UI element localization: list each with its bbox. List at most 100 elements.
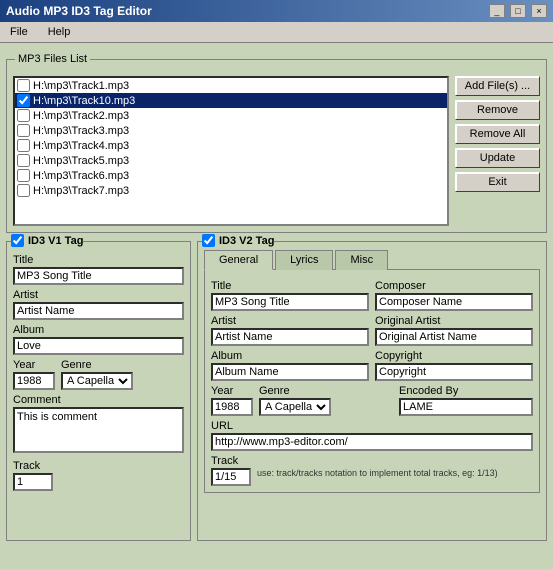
id3v2-title-input[interactable] [211, 293, 369, 311]
tab-lyrics[interactable]: Lyrics [275, 250, 333, 270]
file-name: H:\mp3\Track6.mp3 [33, 170, 129, 182]
id3v2-checkbox[interactable] [202, 234, 215, 247]
file-name: H:\mp3\Track7.mp3 [33, 185, 129, 197]
id3v1-panel-title: ID3 V1 Tag [11, 234, 83, 247]
list-item[interactable]: H:\mp3\Track5.mp3 [15, 153, 447, 168]
id3v2-panel: ID3 V2 Tag General Lyrics Misc Title Com… [197, 241, 547, 541]
id3v1-genre-group: Genre A CapellaRockPopJazzClassicalBlues… [61, 355, 184, 390]
tags-section: ID3 V1 Tag Title Artist Album Year Genre… [6, 241, 547, 541]
id3v1-title-label: Title [13, 254, 184, 266]
list-item[interactable]: H:\mp3\Track10.mp3 [15, 93, 447, 108]
id3v2-panel-title: ID3 V2 Tag [202, 234, 274, 247]
remove-button[interactable]: Remove [455, 100, 540, 120]
file-name: H:\mp3\Track1.mp3 [33, 80, 129, 92]
file-name: H:\mp3\Track5.mp3 [33, 155, 129, 167]
file-checkbox[interactable] [17, 124, 30, 137]
title-bar: Audio MP3 ID3 Tag Editor _ □ × [0, 0, 553, 22]
id3v2-year-genre-encoded-row: Year Genre A CapellaRockPopJazzClassical… [211, 381, 533, 416]
buttons-panel: Add File(s) ... Remove Remove All Update… [455, 76, 540, 226]
window-title: Audio MP3 ID3 Tag Editor [6, 4, 152, 18]
maximize-button[interactable]: □ [510, 4, 526, 18]
id3v2-year-label: Year [211, 385, 253, 397]
menu-file[interactable]: File [4, 24, 34, 40]
id3v1-year-group: Year [13, 355, 55, 390]
add-files-button[interactable]: Add File(s) ... [455, 76, 540, 96]
id3v1-album-input[interactable] [13, 337, 184, 355]
id3v2-track-input[interactable] [211, 468, 251, 486]
id3v2-title-label: Title [211, 280, 369, 292]
id3v1-label: ID3 V1 Tag [28, 235, 83, 247]
tab-content-general: Title Composer Artist Original Artist [204, 269, 540, 493]
id3v1-checkbox[interactable] [11, 234, 24, 247]
id3v1-comment-label: Comment [13, 394, 184, 406]
id3v2-artist-label: Artist [211, 315, 369, 327]
minimize-button[interactable]: _ [489, 4, 505, 18]
id3v2-genre-label: Genre [259, 385, 393, 397]
id3v2-artist-input[interactable] [211, 328, 369, 346]
update-button[interactable]: Update [455, 148, 540, 168]
id3v1-comment-textarea[interactable] [13, 407, 184, 453]
id3v2-genre-select[interactable]: A CapellaRockPopJazzClassicalBluesCountr… [259, 398, 331, 416]
window-controls: _ □ × [487, 4, 547, 18]
id3v2-original-artist-input[interactable] [375, 328, 533, 346]
file-checkbox[interactable] [17, 139, 30, 152]
tab-misc[interactable]: Misc [335, 250, 388, 270]
id3v1-album-label: Album [13, 324, 184, 336]
id3v2-track-row: use: track/tracks notation to implement … [211, 468, 533, 486]
id3v1-genre-label: Genre [61, 359, 184, 371]
file-name: H:\mp3\Track4.mp3 [33, 140, 129, 152]
file-checkbox[interactable] [17, 79, 30, 92]
list-item[interactable]: H:\mp3\Track6.mp3 [15, 168, 447, 183]
id3v2-composer-group: Composer [375, 276, 533, 311]
id3v2-artist-group: Artist [211, 311, 369, 346]
remove-all-button[interactable]: Remove All [455, 124, 540, 144]
id3v2-url-label: URL [211, 420, 533, 432]
menu-help[interactable]: Help [42, 24, 77, 40]
file-checkbox[interactable] [17, 169, 30, 182]
id3v2-year-group: Year [211, 381, 253, 416]
exit-button[interactable]: Exit [455, 172, 540, 192]
album-copyright-row: Album Copyright [211, 346, 533, 381]
id3v2-composer-input[interactable] [375, 293, 533, 311]
file-checkbox[interactable] [17, 94, 30, 107]
list-item[interactable]: H:\mp3\Track2.mp3 [15, 108, 447, 123]
main-content: MP3 Files List H:\mp3\Track1.mp3 H:\mp3\T… [0, 43, 553, 569]
file-name: H:\mp3\Track10.mp3 [33, 95, 135, 107]
tab-general[interactable]: General [204, 250, 273, 270]
id3v1-artist-label: Artist [13, 289, 184, 301]
id3v1-genre-select[interactable]: A CapellaRockPopJazzClassicalBluesCountr… [61, 372, 133, 390]
id3v2-original-artist-group: Original Artist [375, 311, 533, 346]
id3v2-encoded-by-input[interactable] [399, 398, 533, 416]
file-checkbox[interactable] [17, 184, 30, 197]
id3v1-track-input[interactable] [13, 473, 53, 491]
list-item[interactable]: H:\mp3\Track4.mp3 [15, 138, 447, 153]
list-item[interactable]: H:\mp3\Track3.mp3 [15, 123, 447, 138]
list-item[interactable]: H:\mp3\Track7.mp3 [15, 183, 447, 198]
id3v1-artist-input[interactable] [13, 302, 184, 320]
id3v2-encoded-by-label: Encoded By [399, 385, 533, 397]
files-group-title: MP3 Files List [15, 53, 90, 65]
file-name: H:\mp3\Track3.mp3 [33, 125, 129, 137]
id3v2-genre-group: Genre A CapellaRockPopJazzClassicalBlues… [259, 381, 393, 416]
id3v2-composer-label: Composer [375, 280, 533, 292]
id3v2-album-input[interactable] [211, 363, 369, 381]
list-item[interactable]: H:\mp3\Track1.mp3 [15, 78, 447, 93]
id3v1-year-label: Year [13, 359, 55, 371]
id3v2-label: ID3 V2 Tag [219, 235, 274, 247]
file-checkbox[interactable] [17, 154, 30, 167]
id3v2-copyright-input[interactable] [375, 363, 533, 381]
files-section: H:\mp3\Track1.mp3H:\mp3\Track10.mp3H:\mp… [13, 76, 540, 226]
close-button[interactable]: × [531, 4, 547, 18]
id3v1-year-input[interactable] [13, 372, 55, 390]
id3v1-title-input[interactable] [13, 267, 184, 285]
id3v2-year-input[interactable] [211, 398, 253, 416]
id3v2-copyright-label: Copyright [375, 350, 533, 362]
id3v2-original-artist-label: Original Artist [375, 315, 533, 327]
id3v2-copyright-group: Copyright [375, 346, 533, 381]
title-composer-row: Title Composer [211, 276, 533, 311]
file-checkbox[interactable] [17, 109, 30, 122]
id3v2-album-label: Album [211, 350, 369, 362]
file-list[interactable]: H:\mp3\Track1.mp3H:\mp3\Track10.mp3H:\mp… [13, 76, 449, 226]
id3v2-title-group: Title [211, 276, 369, 311]
id3v2-url-input[interactable] [211, 433, 533, 451]
